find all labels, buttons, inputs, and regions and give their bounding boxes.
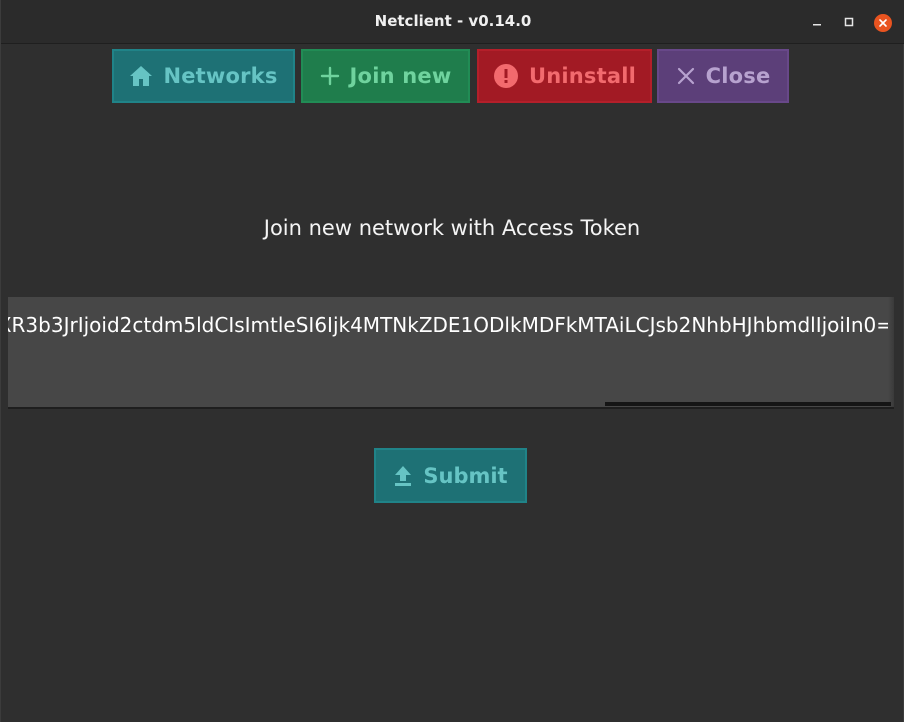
window-close-button[interactable] (874, 14, 892, 32)
window-title: Netclient - v0.14.0 (374, 12, 532, 30)
maximize-button[interactable] (841, 14, 857, 30)
access-token-input[interactable]: eyJuZXR3b3JrIjoid2ctdm5ldCIsImtleSI6Ijk4… (8, 297, 894, 409)
join-new-button[interactable]: Join new (301, 49, 470, 103)
close-button[interactable]: Close (657, 49, 789, 103)
close-x-icon (677, 67, 694, 85)
submit-button-label: Submit (423, 463, 508, 488)
page-heading: Join new network with Access Token (263, 216, 641, 240)
maximize-icon (844, 17, 854, 27)
submit-button[interactable]: Submit (374, 448, 527, 503)
uninstall-button-label: Uninstall (528, 64, 637, 88)
minimize-icon (813, 24, 821, 26)
join-new-button-label: Join new (349, 64, 452, 88)
app-window: Netclient - v0.14.0 Networks Join new Un… (0, 0, 904, 722)
uninstall-button[interactable]: Uninstall (477, 49, 652, 103)
plus-icon (320, 66, 339, 86)
title-bar: Netclient - v0.14.0 (1, 0, 904, 44)
alert-circle-icon (493, 64, 518, 88)
upload-icon (395, 465, 412, 486)
networks-button-label: Networks (163, 64, 278, 88)
networks-button[interactable]: Networks (112, 49, 295, 103)
close-button-label: Close (705, 64, 771, 88)
input-edge-shadow (888, 297, 894, 407)
horizontal-scrollbar[interactable] (605, 402, 891, 406)
home-icon (130, 66, 153, 86)
minimize-button[interactable] (809, 14, 825, 30)
close-icon (879, 19, 887, 27)
access-token-value[interactable]: eyJuZXR3b3JrIjoid2ctdm5ldCIsImtleSI6Ijk4… (8, 313, 893, 337)
